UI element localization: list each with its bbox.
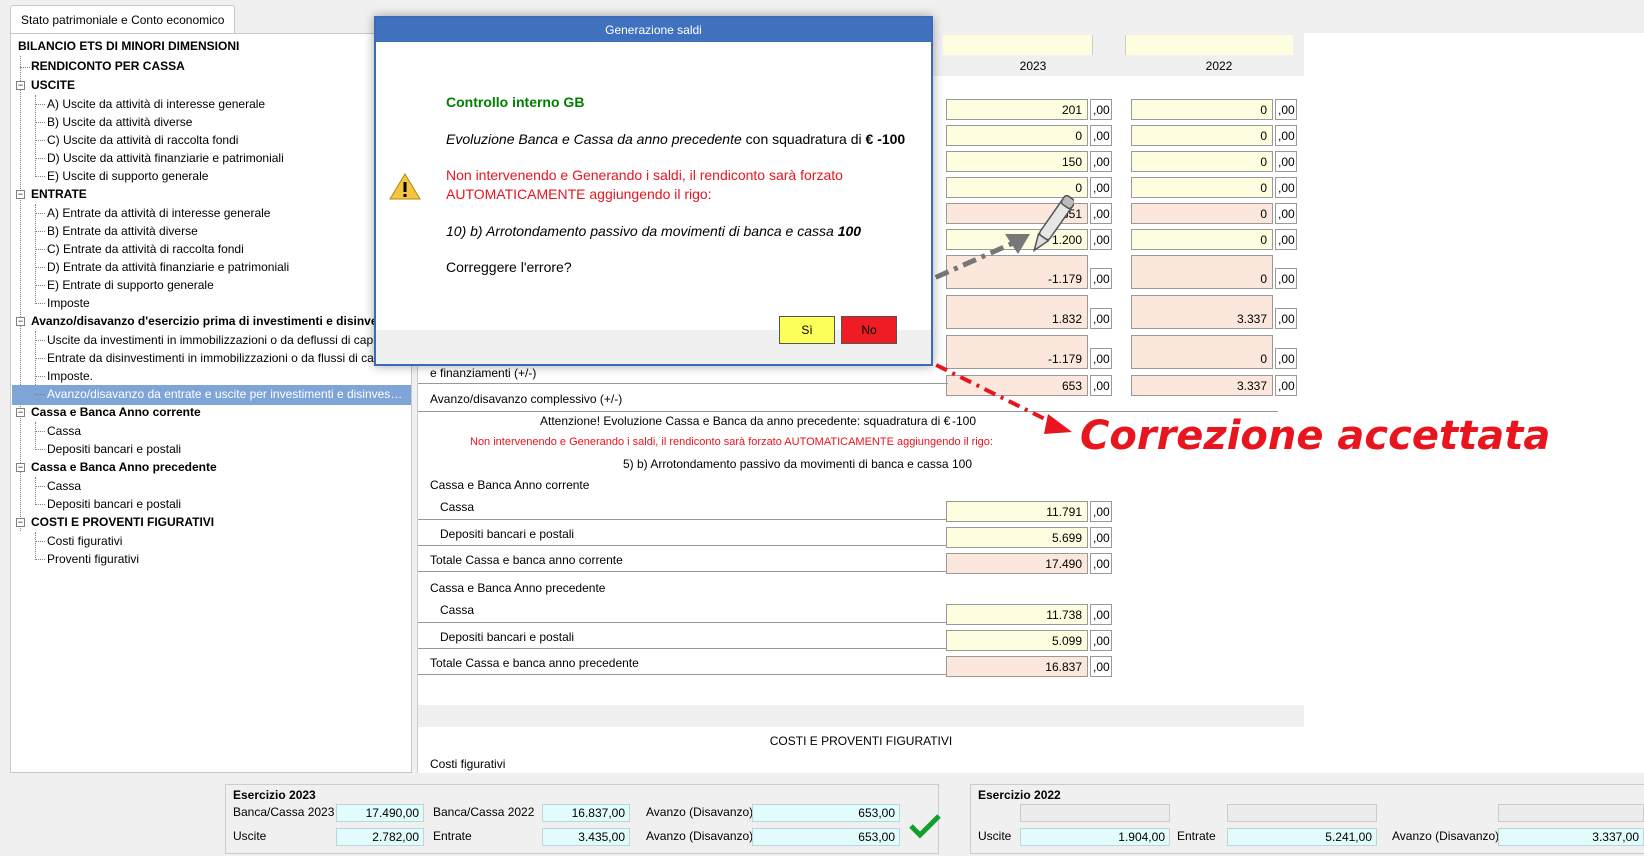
entrate-2023-field: 3.435,00 (542, 828, 630, 846)
no-button[interactable]: No (841, 316, 897, 344)
dialog-generazione-saldi: Generazione saldi Controllo interno GB E… (374, 16, 933, 366)
yes-button[interactable]: Sì (779, 316, 835, 344)
entrate-2022-field: 5.241,00 (1227, 828, 1377, 846)
dialog-squadratura-value: € -100 (865, 131, 906, 147)
dialog-line1: Evoluzione Banca e Cassa da anno precede… (446, 131, 742, 147)
uscite-2022-field: 1.904,00 (1020, 828, 1170, 846)
avanzo-field-1: 653,00 (752, 804, 900, 822)
group-2023-title: Esercizio 2023 (233, 788, 316, 802)
footer-summary: Esercizio 2023 Banca/Cassa 2023 17.490,0… (0, 778, 1644, 856)
avanzo-2022-field: 3.337,00 (1498, 828, 1644, 846)
banca-cassa-2022-field: 16.837,00 (542, 804, 630, 822)
dialog-warning-text: Non intervenendo e Generando i saldi, il… (446, 167, 843, 202)
dialog-rigo-value: 100 (837, 223, 862, 239)
uscite-2023-field: 2.782,00 (336, 828, 424, 846)
banca-cassa-2023-field: 17.490,00 (336, 804, 424, 822)
dialog-question: Correggere l'errore? (446, 259, 572, 275)
dialog-heading: Controllo interno GB (446, 94, 585, 110)
warning-icon (389, 173, 421, 200)
avanzo-field-2: 653,00 (752, 828, 900, 846)
pen-cursor-icon (1032, 194, 1074, 253)
checkmark-icon (909, 814, 941, 839)
dialog-title: Generazione saldi (376, 18, 931, 42)
group-2022-title: Esercizio 2022 (978, 788, 1061, 802)
dialog-rigo: 10) b) Arrotondamento passivo da movimen… (446, 223, 834, 239)
annotation-correzione-accettata: Correzione accettata (1080, 413, 1551, 459)
